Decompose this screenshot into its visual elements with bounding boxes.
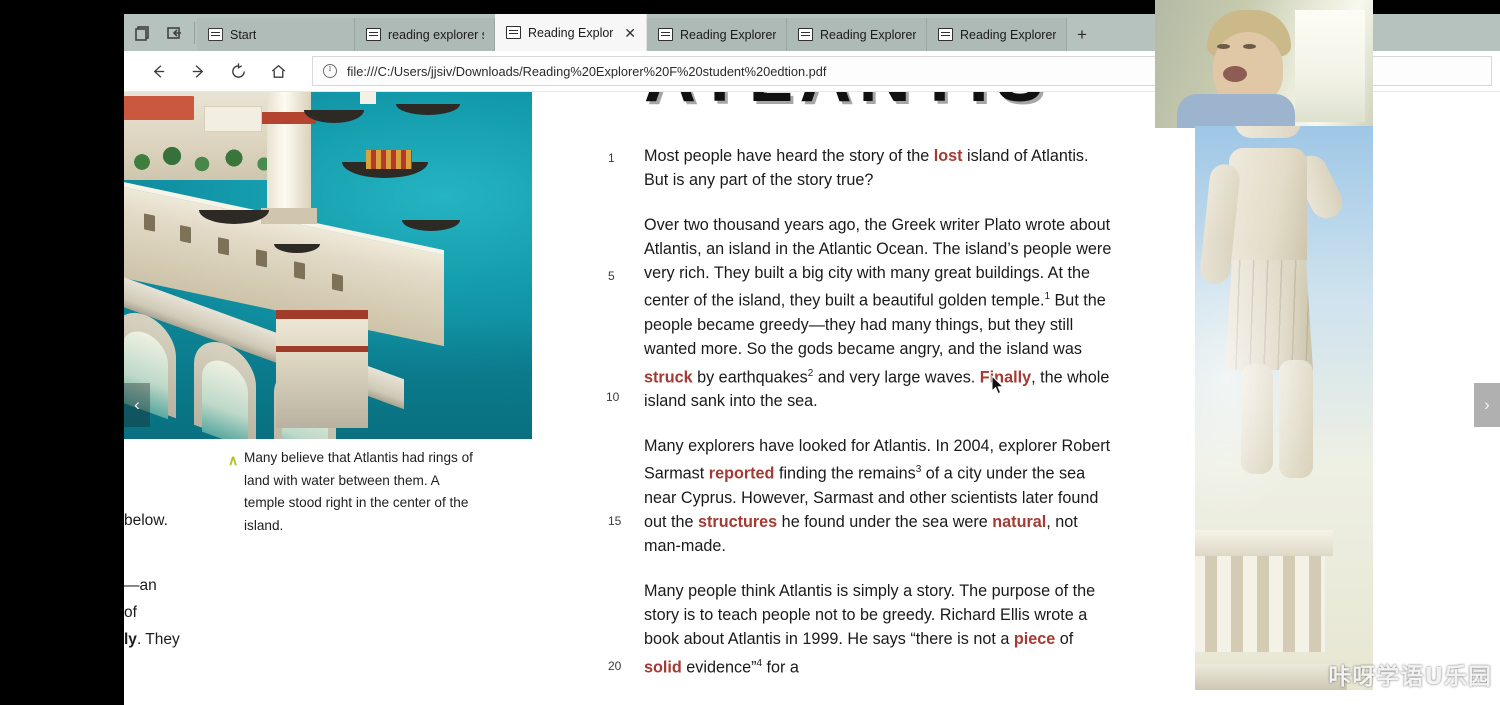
paragraph: 5 10 Over two thousand years ago, the Gree… <box>606 213 1114 414</box>
channel-watermark: 咔呀学语U乐园 <box>1328 664 1492 690</box>
boat <box>199 210 269 224</box>
passage-text: by earthquakes <box>692 368 808 387</box>
boat-with-striped-sail <box>342 150 428 178</box>
pdf-icon <box>506 26 521 39</box>
keyword: natural <box>992 513 1047 532</box>
fragment-they: ly. They <box>124 631 180 648</box>
left-page-text-fragments: below. —an of ly. They <box>124 507 236 653</box>
line-number: 20 <box>608 658 622 673</box>
fragment-bold: ly <box>124 631 137 648</box>
home-button[interactable] <box>258 55 298 87</box>
pdf-icon <box>658 28 673 41</box>
caption-marker-icon: ∧ <box>228 452 239 468</box>
keyword: lost <box>933 147 963 165</box>
paragraph: 1 Most people have heard the story of the… <box>608 144 1114 193</box>
passage-text: Over two thousand years ago, the Greek w… <box>644 215 1112 310</box>
tab-label: Reading Explorer stude <box>960 27 1056 42</box>
back-button[interactable] <box>138 55 178 87</box>
boat <box>356 92 376 110</box>
tab-preview-icon[interactable] <box>134 24 152 42</box>
refresh-button[interactable] <box>218 55 258 87</box>
paragraph: 15 Many explorers have looked for Atlanti… <box>608 434 1114 559</box>
line-number: 15 <box>608 513 622 528</box>
screen-root: Start reading explorer stude Reading Exp… <box>0 0 1500 705</box>
start-icon <box>208 28 223 41</box>
tab-label: Reading Explorer 3 Tea <box>820 27 916 42</box>
passage-text: of <box>1055 630 1074 649</box>
figure-caption: ∧ Many believe that Atlantis had rings o… <box>228 447 474 537</box>
pdf-icon <box>366 28 381 41</box>
info-icon[interactable] <box>323 63 337 78</box>
tab-label: Reading Explorer F Tea <box>680 27 776 42</box>
tab-reading-explorer-f-active[interactable]: Reading Explorer F ✕ <box>495 14 647 51</box>
keyword: Finally <box>979 368 1032 387</box>
atlantis-harbor-illustration: ‹ <box>124 92 532 439</box>
boat <box>396 104 460 115</box>
reading-passage: 1 Most people have heard the story of the… <box>606 144 1114 699</box>
keyword: structures <box>698 513 778 532</box>
line-number: 1 <box>608 151 615 165</box>
tab-reading-explorer-stude-2[interactable]: Reading Explorer stude <box>927 18 1067 51</box>
tab-strip-tools <box>124 14 192 51</box>
passage-text: finding the remains <box>774 464 916 483</box>
harbor-fort <box>276 310 368 428</box>
passage-text: and very large waves. <box>813 368 980 387</box>
tab-label: Reading Explorer F <box>528 25 614 40</box>
tab-reading-explorer-f-tea[interactable]: Reading Explorer F Tea <box>647 18 787 51</box>
eye-right <box>1243 44 1256 49</box>
fragment-of: of <box>124 604 137 621</box>
eye-left <box>1217 44 1230 49</box>
tab-label: Start <box>230 27 257 42</box>
previous-page-button[interactable]: ‹ <box>124 383 150 427</box>
passage-text: for a <box>762 657 799 676</box>
boat <box>304 110 364 123</box>
boat <box>274 244 320 253</box>
keyword: reported <box>708 464 775 483</box>
line-number: 5 <box>608 268 615 283</box>
room-window <box>1295 10 1365 122</box>
keyword: struck <box>644 368 693 387</box>
webcam-overlay[interactable] <box>1155 0 1373 128</box>
close-icon[interactable]: ✕ <box>624 26 636 40</box>
next-page-button[interactable]: › <box>1474 383 1500 427</box>
tab-start[interactable]: Start <box>197 18 355 51</box>
fragment-below: below. <box>124 512 168 529</box>
page-title: ATLANTIS <box>644 92 1051 118</box>
caption-text: Many believe that Atlantis had rings of … <box>244 450 473 533</box>
new-tab-button[interactable]: + <box>1067 18 1097 51</box>
passage-text: evidence” <box>681 657 757 676</box>
tab-reading-explorer-3-tea[interactable]: Reading Explorer 3 Tea <box>787 18 927 51</box>
set-tabs-aside-icon[interactable] <box>166 24 184 42</box>
pdf-icon <box>798 28 813 41</box>
passage-text: he found under the sea were <box>777 513 993 532</box>
light-haze <box>1195 126 1373 690</box>
forward-button[interactable] <box>178 55 218 87</box>
torso <box>1177 94 1295 128</box>
keyword: solid <box>644 657 682 676</box>
pdf-icon <box>938 28 953 41</box>
page-left-column: ‹ ∧ Many believe that Atlantis had rings… <box>124 92 532 705</box>
boat <box>402 220 460 231</box>
paragraph: 20 Many people think Atlantis is simply a… <box>608 579 1114 680</box>
keyword: piece <box>1013 630 1056 649</box>
line-number: 10 <box>606 389 620 404</box>
fragment-an: —an <box>124 577 157 594</box>
statue-illustration <box>1195 126 1373 690</box>
passage-text: Most people have heard the story of the <box>644 147 934 165</box>
url-text: file:///C:/Users/jjsiv/Downloads/Reading… <box>347 63 827 79</box>
tab-reading-explorer-stude-1[interactable]: reading explorer stude <box>355 18 495 51</box>
tab-strip-divider <box>194 21 195 44</box>
mouth <box>1223 66 1247 82</box>
tab-label: reading explorer stude <box>388 27 484 42</box>
